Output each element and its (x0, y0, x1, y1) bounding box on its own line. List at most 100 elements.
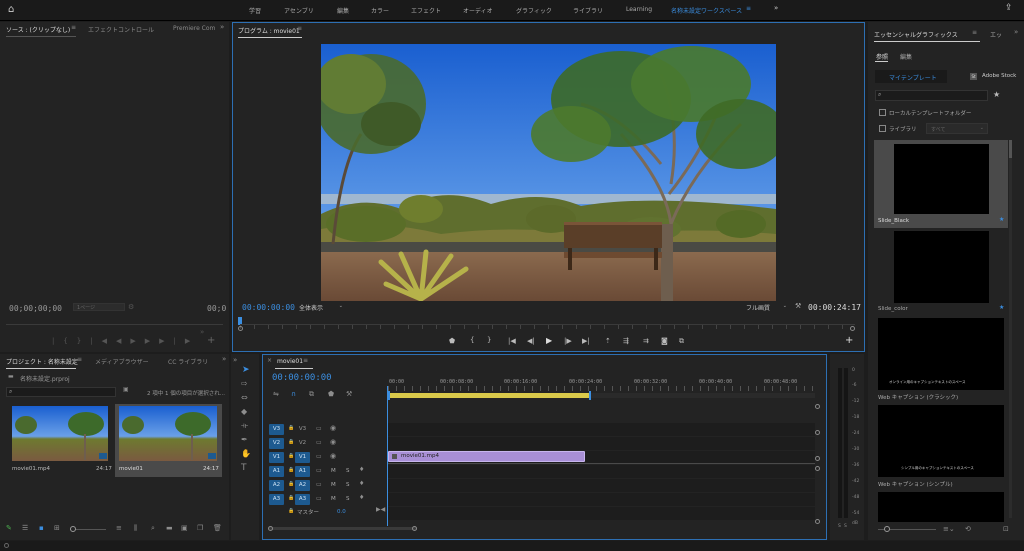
star-icon[interactable]: ★ (999, 217, 1004, 223)
overflow-tabs-icon[interactable]: » (233, 357, 237, 364)
mute-button[interactable]: M (331, 496, 336, 502)
overflow-tabs-icon[interactable]: » (222, 356, 226, 363)
master-volume-value[interactable]: 0.0 (337, 509, 346, 515)
timeline-settings-icon[interactable]: ⚒ (346, 391, 352, 398)
eye-icon[interactable]: ◉ (330, 425, 336, 432)
nest-icon[interactable]: ⇋ (273, 391, 279, 398)
source-patch-a1[interactable]: A1 (269, 466, 284, 477)
camera-icon[interactable]: ◙ (661, 338, 668, 345)
workspace-tab-assembly[interactable]: アセンブリ (284, 6, 314, 15)
more-workspaces-icon[interactable]: » (774, 5, 778, 12)
sync-lock-icon[interactable]: 🔒 (288, 440, 294, 445)
track-output-icon[interactable]: ▭ (316, 496, 322, 502)
ripple-edit-tool-icon[interactable]: ⇔ (241, 394, 248, 402)
install-template-icon[interactable]: ⟲ (965, 526, 971, 533)
share-icon[interactable]: ⇪ (1005, 4, 1013, 13)
timeline-title[interactable]: movie01 (277, 358, 303, 365)
sync-lock-icon[interactable]: 🔒 (288, 509, 294, 514)
new-bin-icon[interactable]: ▬ (166, 525, 173, 532)
linked-selection-icon[interactable]: ⧉ (309, 391, 314, 398)
find-icon[interactable]: ⌕ (151, 525, 155, 532)
go-to-out-icon[interactable]: ▶| (582, 338, 590, 345)
comparison-view-icon[interactable]: ⧉ (679, 338, 684, 345)
solo-button[interactable]: S (346, 482, 350, 488)
workspace-tab-audio[interactable]: オーディオ (463, 6, 493, 15)
microphone-icon[interactable]: ♦ (359, 481, 364, 487)
timeline-playhead[interactable] (387, 386, 388, 526)
timeline-clip[interactable]: movie01.mp4 (388, 451, 585, 462)
source-add-button[interactable]: + (207, 336, 215, 346)
tab-effect-controls[interactable]: エフェクトコントロール (88, 25, 154, 34)
play-icon[interactable]: ▶ (546, 337, 552, 345)
track-select-tool-icon[interactable]: ⇨ (241, 380, 248, 388)
extract-icon[interactable]: ⇶ (623, 338, 629, 345)
tab-adobe-stock[interactable]: St Adobe Stock (962, 70, 1022, 83)
type-tool-icon[interactable]: T (241, 464, 247, 473)
icon-view-icon[interactable]: ▪ (39, 525, 44, 532)
list-view-icon[interactable]: ☰ (22, 525, 28, 532)
track-scroll-handle[interactable] (815, 466, 820, 471)
track-name-a1[interactable]: A1 (295, 466, 310, 477)
source-patch-a3[interactable]: A3 (269, 494, 284, 505)
track-output-icon[interactable]: ▭ (316, 468, 322, 474)
snap-icon[interactable]: ∩ (291, 391, 296, 398)
workspace-tab-learning[interactable]: Learning (626, 6, 652, 13)
go-to-end-icon[interactable]: ▶◀ (376, 507, 385, 513)
new-layer-icon[interactable]: ⊡ (1003, 526, 1009, 533)
program-zoom-end-handle[interactable] (850, 326, 855, 331)
essential-graphics-title[interactable]: エッセンシャルグラフィックス (874, 30, 958, 39)
workspace-menu-icon[interactable]: ≡ (746, 6, 751, 12)
project-item[interactable]: movie01.mp4 24:17 (10, 404, 112, 477)
tab-premiere-com[interactable]: Premiere Com (173, 25, 215, 32)
microphone-icon[interactable]: ♦ (359, 467, 364, 473)
slip-tool-icon[interactable]: ⟛ (241, 422, 248, 430)
home-icon[interactable]: ⌂ (8, 5, 14, 15)
overflow-tabs-icon[interactable]: » (1014, 29, 1018, 36)
sync-lock-icon[interactable]: 🔒 (288, 482, 294, 487)
tab-media-browser[interactable]: メディアブラウザー (95, 357, 149, 366)
thumbnail-size-slider[interactable] (878, 526, 936, 532)
template-thumbnail[interactable]: シンプル用のキャプションテキストのスペース (878, 405, 1004, 477)
program-current-timecode[interactable]: 00:00:00:00 (242, 303, 295, 312)
track-name-a2[interactable]: A2 (295, 480, 310, 491)
track-row-a2[interactable] (388, 479, 815, 492)
program-menu-icon[interactable]: ≡ (297, 26, 302, 32)
track-name-a3[interactable]: A3 (295, 494, 310, 505)
microphone-icon[interactable]: ♦ (359, 495, 364, 501)
scroll-start-handle[interactable] (268, 526, 273, 531)
trash-icon[interactable]: 🗑 (213, 525, 222, 532)
go-to-in-icon[interactable]: |◀ (508, 338, 516, 345)
template-thumbnail[interactable] (894, 231, 989, 303)
razor-tool-icon[interactable]: ◆ (241, 408, 247, 416)
library-checkbox[interactable] (879, 125, 886, 132)
library-select[interactable]: すべて ⌄ (926, 123, 988, 134)
tab-source[interactable]: ソース : (クリップなし) (6, 25, 70, 34)
eye-icon[interactable]: ◉ (330, 439, 336, 446)
project-search-input[interactable]: ⌕ (6, 387, 116, 397)
solo-button[interactable]: S (346, 496, 350, 502)
track-row-v3[interactable] (388, 423, 815, 436)
program-title[interactable]: プログラム : movie01 (238, 26, 300, 35)
insert-icon[interactable]: ⇉ (643, 338, 649, 345)
track-row-master[interactable] (388, 507, 815, 520)
scroll-end-handle[interactable] (412, 526, 417, 531)
mute-button[interactable]: M (331, 468, 336, 474)
source-patch-v2[interactable]: V2 (269, 438, 284, 449)
program-zoom-start-handle[interactable] (238, 326, 243, 331)
mute-button[interactable]: M (331, 482, 336, 488)
timeline-vertical-scroll-handle[interactable] (815, 404, 820, 409)
track-scroll-handle[interactable] (815, 519, 820, 524)
automate-icon[interactable]: ⫼ (134, 525, 137, 532)
track-row-v2[interactable] (388, 437, 815, 450)
tab-cc-libraries[interactable]: CC ライブラリ (168, 357, 208, 366)
template-card-selected[interactable]: Slide_Black ★ (874, 140, 1008, 228)
tab-project[interactable]: プロジェクト : 名称未設定 (6, 357, 78, 366)
panel-menu-icon[interactable]: ≡ (972, 30, 977, 36)
mark-out-icon[interactable]: } (487, 337, 491, 344)
source-transport-controls[interactable]: |{}|◀◀▶▶▶|▶ (52, 338, 199, 345)
program-quality-select[interactable]: フル画質 ⌄ (744, 302, 789, 312)
sync-lock-icon[interactable]: 🔒 (288, 426, 294, 431)
templates-scrollbar[interactable] (1009, 140, 1012, 518)
track-output-icon[interactable]: ▭ (316, 440, 322, 446)
wrench-icon[interactable]: ⚙ (128, 304, 134, 311)
